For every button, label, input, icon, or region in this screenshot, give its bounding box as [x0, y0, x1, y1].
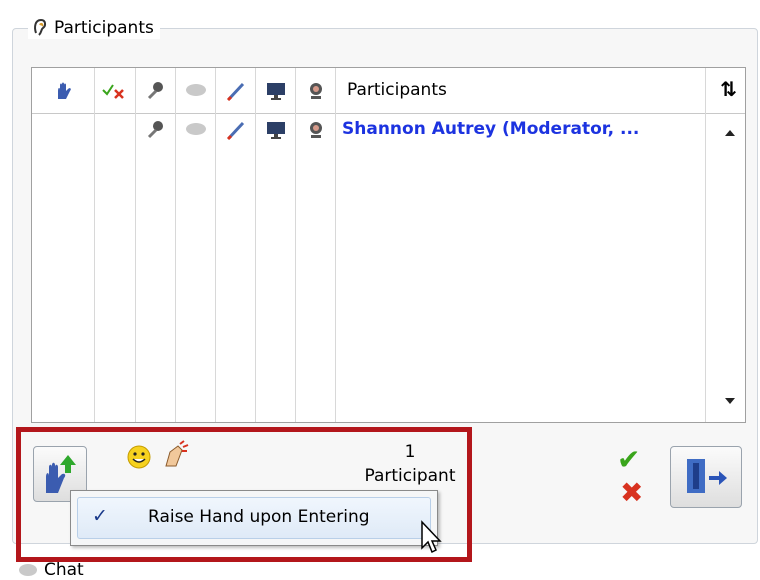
deny-icon[interactable]: ✖: [620, 476, 643, 509]
webcam-icon[interactable]: [296, 114, 336, 146]
participants-table[interactable]: Participants ⇅ Shannon Autrey (Moderator…: [31, 67, 746, 423]
microphone-icon[interactable]: [136, 68, 176, 113]
yes-no-icon[interactable]: [94, 68, 134, 113]
chat-bubble-icon: [19, 564, 37, 576]
ear-icon: [34, 18, 47, 36]
mouse-cursor-icon: [421, 520, 442, 554]
monitor-icon[interactable]: [256, 68, 296, 113]
exit-door-icon: [687, 459, 727, 493]
chat-bubble-icon[interactable]: [176, 114, 216, 146]
approve-icon[interactable]: ✔: [617, 443, 640, 476]
chat-section-label: Chat: [44, 560, 84, 580]
microphone-icon[interactable]: [136, 114, 176, 146]
table-row[interactable]: Shannon Autrey (Moderator, ...: [32, 114, 725, 146]
pen-icon[interactable]: [216, 68, 256, 113]
webcam-icon[interactable]: [296, 68, 336, 113]
sort-icon[interactable]: ⇅: [720, 77, 737, 101]
chat-bubble-icon[interactable]: [176, 68, 216, 113]
leave-button[interactable]: [670, 446, 742, 508]
chat-section-header[interactable]: Chat: [18, 560, 84, 580]
raise-hand-icon[interactable]: [48, 68, 82, 113]
panel-title: Participants: [28, 17, 160, 39]
participant-name[interactable]: Shannon Autrey (Moderator, ...: [342, 119, 639, 139]
highlight-frame: [16, 427, 472, 562]
participants-column-header[interactable]: Participants: [347, 80, 447, 100]
table-header: Participants ⇅: [32, 68, 745, 114]
monitor-icon[interactable]: [256, 114, 296, 146]
scroll-up-arrow-icon[interactable]: [725, 130, 735, 136]
panel-title-label: Participants: [54, 18, 154, 38]
scroll-down-arrow-icon[interactable]: [725, 398, 735, 404]
pen-icon[interactable]: [216, 114, 256, 146]
